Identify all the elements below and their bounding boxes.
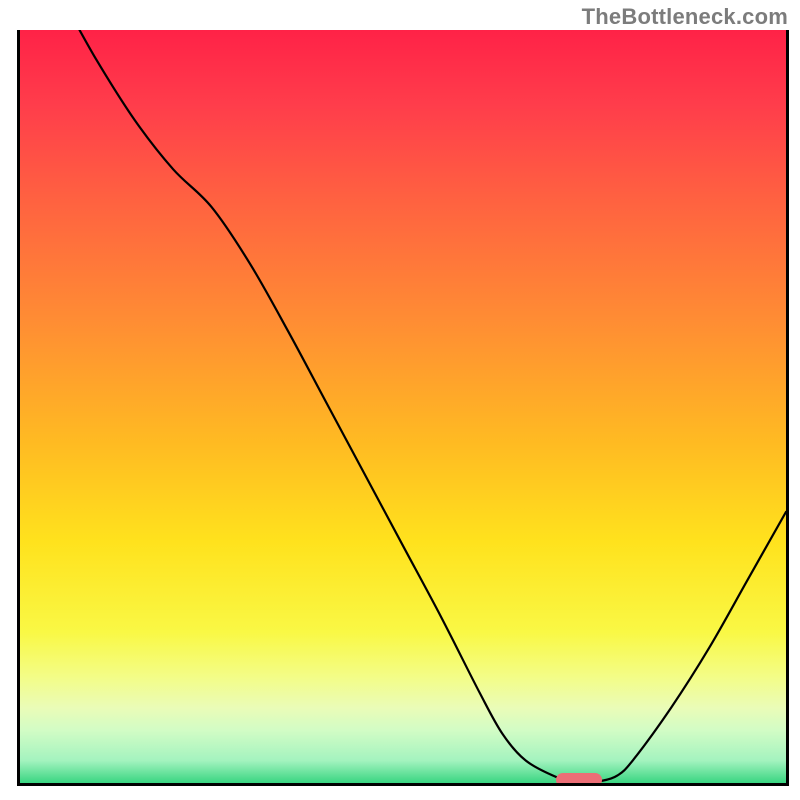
plot-area xyxy=(17,30,789,786)
bottleneck-curve xyxy=(20,30,786,783)
optimal-lozenge-marker xyxy=(556,773,602,786)
watermark-text: TheBottleneck.com xyxy=(582,4,788,30)
chart-container: TheBottleneck.com xyxy=(0,0,800,800)
